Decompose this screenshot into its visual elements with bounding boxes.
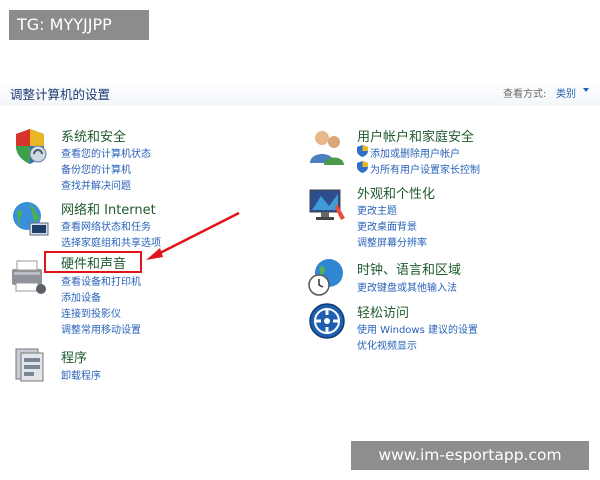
watermark-bottom-right: www.im-esportapp.com — [351, 441, 589, 470]
annotation-arrow — [146, 211, 240, 260]
